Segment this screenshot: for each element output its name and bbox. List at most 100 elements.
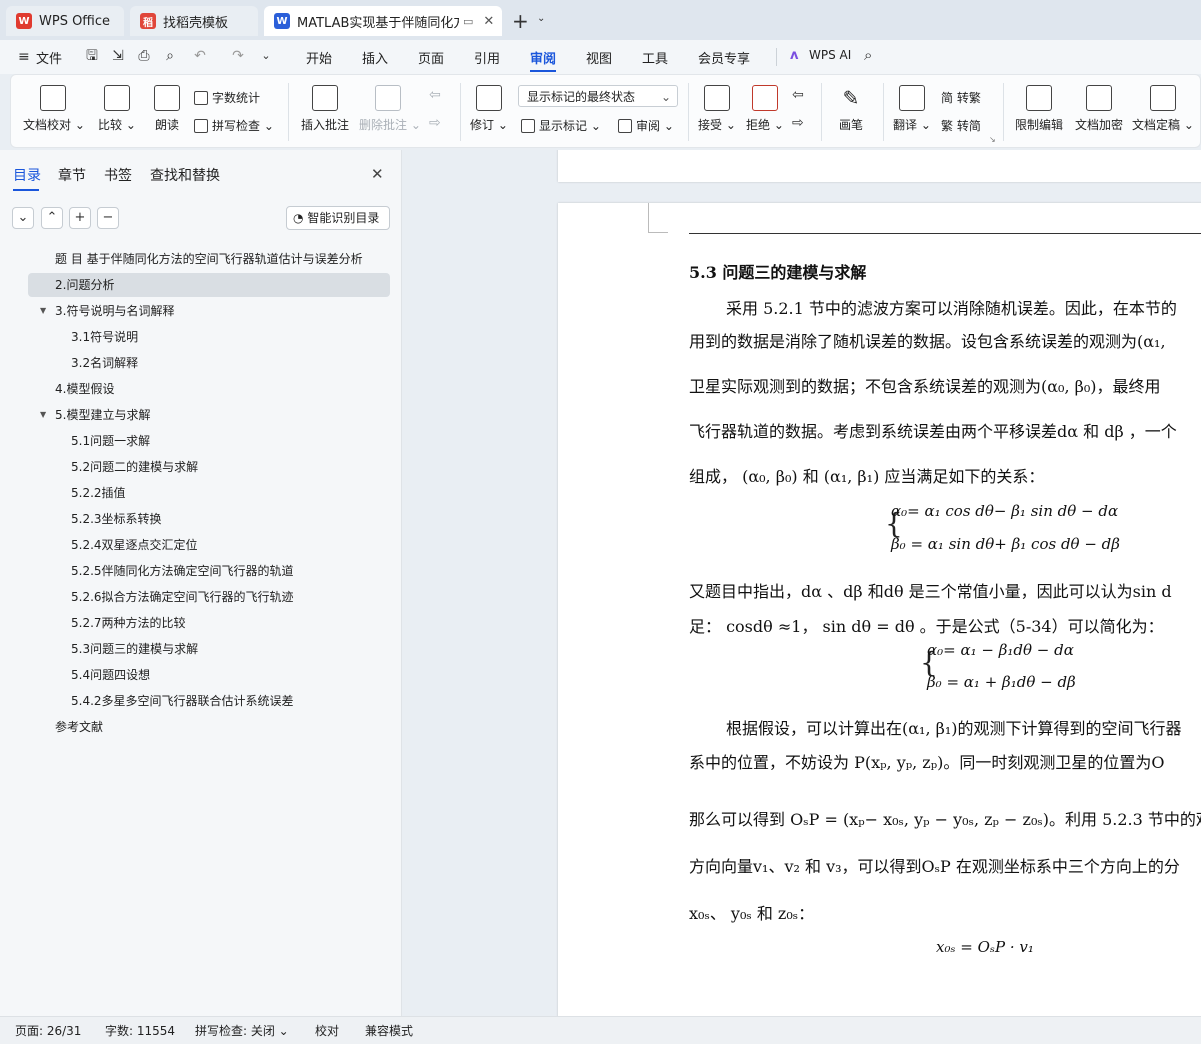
equation-line: α₀= α₁ − β₁dθ − dα bbox=[927, 641, 1074, 659]
to-traditional-button[interactable]: 简 转繁 bbox=[941, 89, 981, 106]
tab-list-chevron-icon[interactable]: ⌄ bbox=[537, 13, 545, 24]
read-aloud-icon bbox=[154, 85, 180, 111]
finalize-button[interactable]: 文档定稿 ⌄ bbox=[1131, 85, 1195, 133]
new-tab-icon[interactable]: + bbox=[512, 9, 529, 33]
spell-check-button[interactable]: 拼写检查 ⌄ bbox=[194, 117, 274, 134]
toc-item[interactable]: 5.3问题三的建模与求解 bbox=[28, 637, 390, 661]
toc-item[interactable]: ▼ 3.符号说明与名词解释 bbox=[28, 299, 390, 323]
expand-button[interactable]: ⌃ bbox=[41, 207, 63, 229]
toc-item[interactable]: 5.2.7两种方法的比较 bbox=[28, 611, 390, 635]
toc-item-label: 5.1问题一求解 bbox=[71, 434, 151, 448]
ribbon-divider bbox=[883, 83, 884, 141]
redo-icon[interactable]: ↷ bbox=[228, 46, 248, 66]
show-markup-button[interactable]: 显示标记 ⌄ bbox=[521, 117, 601, 134]
save-icon[interactable]: 🖫 bbox=[82, 46, 102, 66]
paragraph-line: 足： cosdθ ≈1， sin dθ = dθ 。于是公式（5-34）可以简化… bbox=[689, 617, 1164, 636]
compare-button[interactable]: 比较 ⌄ bbox=[95, 85, 139, 133]
document-page[interactable]: 5.3 问题三的建模与求解 采用 5.2.1 节中的滤波方案可以消除随机误差。因… bbox=[558, 203, 1201, 1016]
delete-comment-button[interactable]: 删除批注 ⌄ bbox=[359, 85, 421, 133]
tab-wps-office[interactable]: W WPS Office bbox=[6, 6, 124, 36]
translate-button[interactable]: 翻译 ⌄ bbox=[891, 85, 933, 133]
undo-icon[interactable]: ↶ bbox=[190, 46, 210, 66]
search-icon[interactable]: ⌕ bbox=[864, 46, 872, 64]
spell-check-icon bbox=[194, 118, 208, 133]
toc-item[interactable]: 题 目 基于伴随同化方法的空间飞行器轨道估计与误差分析 bbox=[28, 247, 390, 271]
dialog-launcher-icon[interactable]: ↘ bbox=[989, 135, 996, 144]
page-indicator[interactable]: 页面: 26/31 bbox=[15, 1022, 81, 1039]
toc-item[interactable]: 5.2.3坐标系转换 bbox=[28, 507, 390, 531]
caret-down-icon[interactable]: ▼ bbox=[40, 299, 46, 323]
sidebar-tab-bookmarks[interactable]: 书签 bbox=[104, 165, 132, 185]
sidebar-tab-find-replace[interactable]: 查找和替换 bbox=[150, 165, 220, 185]
toc-item[interactable]: 2.问题分析 bbox=[28, 273, 390, 297]
accept-button[interactable]: 接受 ⌄ bbox=[697, 85, 737, 133]
review-pane-button[interactable]: 审阅 ⌄ bbox=[618, 117, 674, 134]
toc-item[interactable]: 参考文献 bbox=[28, 715, 390, 739]
quick-access-chevron-icon[interactable]: ⌄ bbox=[256, 46, 276, 66]
menu-file[interactable]: 文件 bbox=[36, 48, 62, 67]
add-heading-button[interactable]: + bbox=[69, 207, 91, 229]
smart-toc-label: 智能识别目录 bbox=[307, 211, 380, 225]
menu-review[interactable]: 审阅 bbox=[530, 48, 557, 72]
toc-item[interactable]: 5.2.4双星逐点交汇定位 bbox=[28, 533, 390, 557]
word-count-indicator[interactable]: 字数: 11554 bbox=[105, 1022, 175, 1039]
remove-heading-button[interactable]: − bbox=[97, 207, 119, 229]
menu-tools[interactable]: 工具 bbox=[642, 48, 668, 67]
menu-wps-ai[interactable]: WPS AI bbox=[809, 48, 851, 62]
toc-item[interactable]: 5.4问题四设想 bbox=[28, 663, 390, 687]
collapse-button[interactable]: ⌄ bbox=[12, 207, 34, 229]
proofread-status[interactable]: 校对 bbox=[315, 1022, 339, 1039]
toc-item[interactable]: 3.1符号说明 bbox=[28, 325, 390, 349]
draw-button[interactable]: ✎ 画笔 bbox=[831, 85, 871, 133]
paragraph-line: 用到的数据是消除了随机误差的数据。设包含系统误差的观测为(α₁, bbox=[689, 332, 1166, 351]
toc-item-label: 4.模型假设 bbox=[55, 382, 115, 396]
prev-comment-icon[interactable]: ⇦ bbox=[429, 87, 441, 103]
toc-item[interactable]: 4.模型假设 bbox=[28, 377, 390, 401]
menu-view[interactable]: 视图 bbox=[586, 48, 612, 67]
export-icon[interactable]: ⇲ bbox=[108, 46, 128, 66]
read-aloud-button[interactable]: 朗读 bbox=[147, 85, 187, 133]
insert-comment-button[interactable]: 插入批注 bbox=[299, 85, 351, 133]
toc-item[interactable]: 3.2名词解释 bbox=[28, 351, 390, 375]
close-icon[interactable]: ✕ bbox=[371, 165, 384, 183]
to-simplified-button[interactable]: 繁 转简 bbox=[941, 117, 981, 134]
toc-item[interactable]: 5.2.6拟合方法确定空间飞行器的飞行轨迹 bbox=[28, 585, 390, 609]
screen-icon[interactable]: ▭ bbox=[463, 15, 473, 28]
menu-insert[interactable]: 插入 bbox=[362, 48, 388, 67]
smart-toc-button[interactable]: ◔ 智能识别目录 bbox=[286, 206, 390, 230]
close-tab-icon[interactable]: ✕ bbox=[483, 14, 494, 29]
wps-ai-icon[interactable]: ᴧ bbox=[790, 48, 798, 63]
revise-button[interactable]: 修订 ⌄ bbox=[469, 85, 509, 133]
menu-member[interactable]: 会员专享 bbox=[698, 48, 750, 67]
markup-state-select[interactable]: 显示标记的最终状态 ⌄ bbox=[518, 85, 678, 107]
menu-page[interactable]: 页面 bbox=[418, 48, 444, 67]
prev-change-icon[interactable]: ⇦ bbox=[792, 87, 804, 103]
doc-check-button[interactable]: 文档校对 ⌄ bbox=[23, 85, 85, 133]
toc-item[interactable]: 5.4.2多星多空间飞行器联合估计系统误差 bbox=[28, 689, 390, 713]
review-pane-icon bbox=[618, 118, 632, 133]
print-icon[interactable]: ⎙ bbox=[134, 46, 154, 66]
toc-item[interactable]: 5.2问题二的建模与求解 bbox=[28, 455, 390, 479]
toc-item[interactable]: ▼ 5.模型建立与求解 bbox=[28, 403, 390, 427]
toc-item[interactable]: 5.1问题一求解 bbox=[28, 429, 390, 453]
word-count-button[interactable]: 字数统计 bbox=[194, 89, 260, 106]
print-preview-icon[interactable]: ⌕ bbox=[160, 46, 180, 66]
finalize-doc-icon bbox=[1150, 85, 1176, 111]
toc-item[interactable]: 5.2.2插值 bbox=[28, 481, 390, 505]
encrypt-button[interactable]: 文档加密 bbox=[1071, 85, 1127, 133]
paragraph-line: x₀ₛ、 y₀ₛ 和 z₀ₛ： bbox=[689, 904, 815, 923]
next-change-icon[interactable]: ⇨ bbox=[792, 115, 804, 131]
reject-button[interactable]: 拒绝 ⌄ bbox=[745, 85, 785, 133]
next-comment-icon[interactable]: ⇨ bbox=[429, 115, 441, 131]
sidebar-tab-toc[interactable]: 目录 bbox=[13, 165, 41, 191]
menu-home[interactable]: 开始 bbox=[306, 48, 332, 67]
caret-down-icon[interactable]: ▼ bbox=[40, 403, 46, 427]
restrict-edit-button[interactable]: 限制编辑 bbox=[1011, 85, 1067, 133]
hamburger-icon[interactable]: ≡ bbox=[18, 49, 30, 65]
tab-current-document[interactable]: W MATLAB实现基于伴随同化方 ▭ ✕ bbox=[264, 6, 502, 36]
tab-docer-templates[interactable]: 稻 找稻壳模板 bbox=[130, 6, 258, 36]
sidebar-tab-sections[interactable]: 章节 bbox=[58, 165, 86, 185]
spell-check-status[interactable]: 拼写检查: 关闭 ⌄ bbox=[195, 1022, 289, 1039]
toc-item[interactable]: 5.2.5伴随同化方法确定空间飞行器的轨道 bbox=[28, 559, 390, 583]
menu-references[interactable]: 引用 bbox=[474, 48, 500, 67]
